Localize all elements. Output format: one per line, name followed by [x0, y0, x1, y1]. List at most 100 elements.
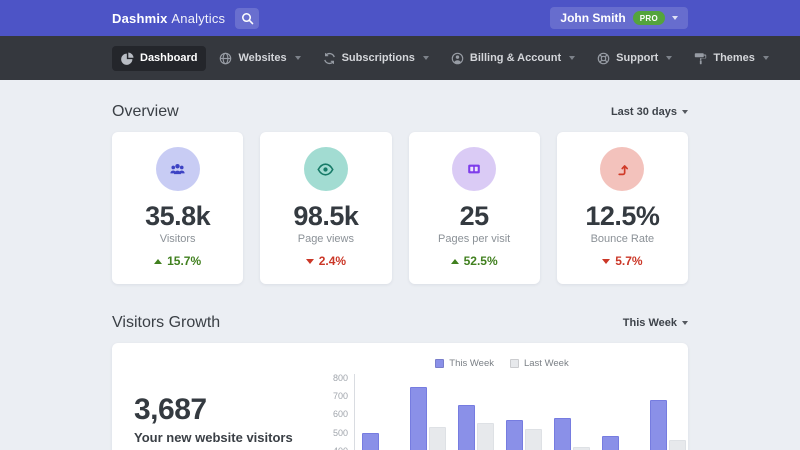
stat-delta-value: 5.7%: [615, 254, 642, 268]
brand-logo[interactable]: Dashmix Analytics: [112, 11, 225, 26]
bar-last-week: [429, 427, 446, 450]
visitors-growth-card: 3,687 Your new website visitors This Wee…: [112, 343, 688, 450]
overview-title: Overview: [112, 103, 179, 121]
nav-item-label: Billing & Account: [470, 52, 561, 64]
stat-label: Page views: [268, 233, 383, 245]
chevron-down-icon: [682, 321, 688, 325]
bar-last-week: [477, 423, 494, 450]
life-ring-icon: [597, 52, 610, 65]
y-tick-label: 800: [333, 373, 348, 383]
book-open-icon: [466, 161, 482, 177]
stat-value: 25: [417, 201, 532, 232]
globe-icon: [219, 52, 232, 65]
legend-item-this-week: This Week: [435, 358, 494, 369]
search-button[interactable]: [235, 8, 259, 29]
legend-item-last-week: Last Week: [510, 358, 569, 369]
chart-legend: This Week Last Week: [324, 358, 680, 369]
stat-card-bounce-rate: 12.5%Bounce Rate 5.7%: [557, 132, 688, 284]
stat-delta: 2.4%: [268, 254, 383, 268]
nav-item-label: Subscriptions: [342, 52, 415, 64]
bar-this-week: [602, 436, 619, 450]
stat-icon-circle: [452, 147, 496, 191]
bar-this-week: [410, 387, 427, 450]
search-icon: [241, 12, 254, 25]
bar-this-week: [554, 418, 571, 450]
bar-chart: This Week Last Week 800 700 600 500 400: [324, 343, 688, 450]
bar-plot: [354, 374, 680, 450]
visitors-count-label: Your new website visitors: [134, 430, 324, 445]
chevron-down-icon: [763, 56, 769, 60]
bar-last-week: [525, 429, 542, 450]
main-nav: Dashboard Websites Subscriptions Billing & …: [0, 36, 800, 80]
stat-value: 35.8k: [120, 201, 235, 232]
trend-down-icon: [306, 259, 314, 264]
overview-range-dropdown[interactable]: Last 30 days: [611, 106, 688, 118]
user-menu-button[interactable]: John Smith PRO: [550, 7, 688, 29]
legend-label: This Week: [449, 358, 494, 369]
chevron-down-icon: [569, 56, 575, 60]
themes-label: Themes: [713, 52, 755, 64]
y-tick-label: 600: [333, 409, 348, 419]
trend-up-icon: [154, 259, 162, 264]
bar-this-week: [458, 405, 475, 450]
sync-icon: [323, 52, 336, 65]
legend-swatch: [510, 359, 519, 368]
user-name: John Smith: [560, 11, 625, 25]
nav-item-label: Websites: [238, 52, 286, 64]
nav-item-support[interactable]: Support: [588, 46, 681, 71]
growth-range-label: This Week: [623, 317, 677, 329]
stat-delta-value: 52.5%: [464, 254, 498, 268]
trend-up-icon: [451, 259, 459, 264]
stat-label: Visitors: [120, 233, 235, 245]
stat-label: Pages per visit: [417, 233, 532, 245]
pro-badge: PRO: [633, 11, 665, 25]
nav-item-billing-account[interactable]: Billing & Account: [442, 46, 584, 71]
brand-light: Analytics: [171, 11, 225, 26]
nav-item-dashboard[interactable]: Dashboard: [112, 46, 206, 71]
bar-this-week: [650, 400, 667, 450]
overview-range-label: Last 30 days: [611, 106, 677, 118]
stat-delta: 52.5%: [417, 254, 532, 268]
stat-icon-circle: [600, 147, 644, 191]
chevron-down-icon: [423, 56, 429, 60]
brand-bold: Dashmix: [112, 11, 168, 26]
bar-this-week: [362, 433, 379, 450]
eye-icon: [317, 161, 334, 178]
stat-delta: 15.7%: [120, 254, 235, 268]
y-axis-labels: 800 700 600 500 400: [324, 374, 348, 450]
nav-item-themes[interactable]: Themes: [685, 46, 778, 71]
nav-item-websites[interactable]: Websites: [210, 46, 309, 71]
trend-down-icon: [602, 259, 610, 264]
bar-this-week: [506, 420, 523, 450]
pie-chart-icon: [121, 52, 134, 65]
stat-card-page-views: 98.5kPage views2.4%: [260, 132, 391, 284]
nav-item-subscriptions[interactable]: Subscriptions: [314, 46, 438, 71]
visitors-count: 3,687: [134, 393, 324, 427]
stat-label: Bounce Rate: [565, 233, 680, 245]
stat-delta-value: 15.7%: [167, 254, 201, 268]
stat-value: 12.5%: [565, 201, 680, 232]
legend-swatch: [435, 359, 444, 368]
header-bar: Dashmix Analytics John Smith PRO: [0, 0, 800, 36]
chevron-down-icon: [672, 16, 678, 20]
level-up-icon: [615, 162, 630, 177]
growth-title: Visitors Growth: [112, 314, 220, 332]
stat-card-visitors: 35.8kVisitors 15.7%: [112, 132, 243, 284]
user-circle-icon: [451, 52, 464, 65]
stat-icon-circle: [304, 147, 348, 191]
stat-card-pages-per-visit: 25Pages per visit 52.5%: [409, 132, 540, 284]
nav-item-label: Dashboard: [140, 52, 197, 64]
growth-range-dropdown[interactable]: This Week: [623, 317, 688, 329]
paint-roller-icon: [694, 52, 707, 65]
y-tick-label: 700: [333, 391, 348, 401]
chevron-down-icon: [295, 56, 301, 60]
legend-label: Last Week: [524, 358, 569, 369]
stat-icon-circle: [156, 147, 200, 191]
stat-delta-value: 2.4%: [319, 254, 346, 268]
bar-last-week: [669, 440, 686, 450]
chevron-down-icon: [666, 56, 672, 60]
y-tick-label: 500: [333, 428, 348, 438]
users-icon: [169, 161, 186, 178]
stat-delta: 5.7%: [565, 254, 680, 268]
y-tick-label: 400: [333, 446, 348, 450]
